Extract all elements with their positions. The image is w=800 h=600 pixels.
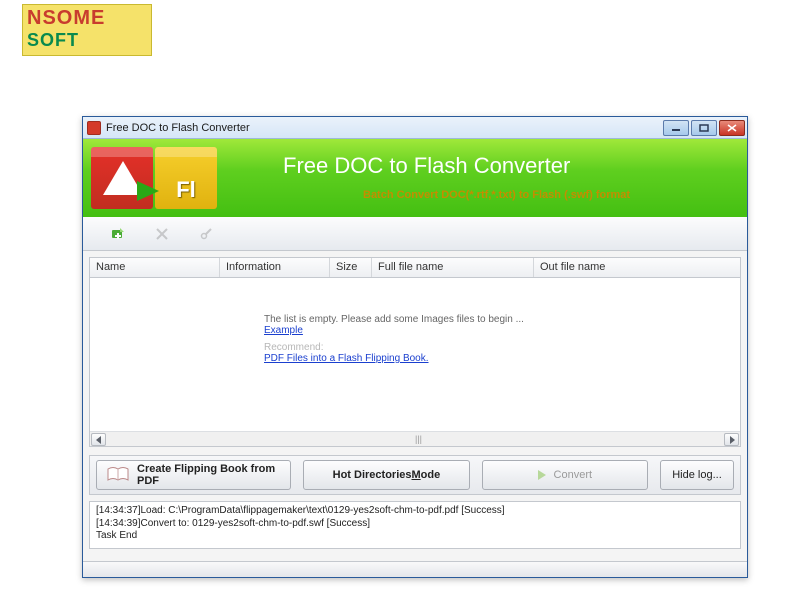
arrow-icon bbox=[137, 181, 159, 201]
log-line: [14:34:37]Load: C:\ProgramData\flippagem… bbox=[96, 505, 734, 518]
column-name[interactable]: Name bbox=[90, 258, 220, 277]
hot-directories-mode-button[interactable]: Hot Directories Mode bbox=[303, 460, 469, 490]
action-bar: Create Flipping Book from PDF Hot Direct… bbox=[89, 455, 741, 495]
recommend-label: Recommend: bbox=[264, 342, 524, 353]
recommend-link[interactable]: PDF Files into a Flash Flipping Book. bbox=[264, 353, 429, 364]
column-out-file-name[interactable]: Out file name bbox=[534, 258, 740, 277]
file-list: Name Information Size Full file name Out… bbox=[89, 257, 741, 447]
settings-button[interactable] bbox=[197, 225, 215, 243]
hide-log-button[interactable]: Hide log... bbox=[660, 460, 734, 490]
add-file-button[interactable] bbox=[109, 225, 127, 243]
convert-label: Convert bbox=[554, 469, 593, 481]
column-information[interactable]: Information bbox=[220, 258, 330, 277]
play-icon bbox=[538, 470, 546, 480]
remove-file-button[interactable] bbox=[153, 225, 171, 243]
list-header: Name Information Size Full file name Out… bbox=[90, 258, 740, 278]
scroll-thumb-icon[interactable]: ||| bbox=[415, 434, 422, 444]
list-body: The list is empty. Please add some Image… bbox=[90, 278, 740, 431]
empty-list-message: The list is empty. Please add some Image… bbox=[264, 314, 524, 364]
convert-button[interactable]: Convert bbox=[482, 460, 648, 490]
add-icon bbox=[110, 226, 126, 242]
logo-line2: SOFT bbox=[23, 30, 151, 51]
delete-icon bbox=[155, 227, 169, 241]
external-logo-stub: NSOME SOFT bbox=[22, 4, 152, 56]
header-banner: Fl Free DOC to Flash Converter Batch Con… bbox=[83, 139, 747, 217]
log-line: Task End bbox=[96, 530, 734, 543]
scroll-right-button[interactable] bbox=[724, 433, 739, 446]
book-icon bbox=[107, 466, 129, 485]
status-bar bbox=[83, 561, 747, 577]
logo-line1: NSOME bbox=[23, 5, 151, 30]
hot-dirs-underline-letter: M bbox=[412, 469, 421, 481]
create-flipping-book-button[interactable]: Create Flipping Book from PDF bbox=[96, 460, 291, 490]
example-link[interactable]: Example bbox=[264, 325, 303, 336]
column-full-file-name[interactable]: Full file name bbox=[372, 258, 534, 277]
hot-dirs-suffix: ode bbox=[421, 469, 441, 481]
minimize-button[interactable] bbox=[663, 120, 689, 136]
horizontal-scrollbar[interactable]: ||| bbox=[90, 431, 740, 446]
app-icon bbox=[87, 121, 101, 135]
log-panel[interactable]: [14:34:37]Load: C:\ProgramData\flippagem… bbox=[89, 501, 741, 549]
banner-subtitle: Batch Convert DOC(*.rtf,*.txt) to Flash … bbox=[363, 189, 630, 201]
banner-title: Free DOC to Flash Converter bbox=[283, 153, 570, 179]
app-window: Free DOC to Flash Converter bbox=[82, 116, 748, 578]
hot-dirs-prefix: Hot Directories bbox=[333, 469, 412, 481]
empty-text: The list is empty. Please add some Image… bbox=[264, 314, 524, 325]
maximize-button[interactable] bbox=[691, 120, 717, 136]
wrench-icon bbox=[199, 227, 213, 241]
close-button[interactable] bbox=[719, 120, 745, 136]
scroll-left-button[interactable] bbox=[91, 433, 106, 446]
flash-tile-icon: Fl bbox=[155, 147, 217, 209]
toolbar bbox=[83, 217, 747, 251]
create-flipping-book-label: Create Flipping Book from PDF bbox=[137, 463, 280, 487]
titlebar[interactable]: Free DOC to Flash Converter bbox=[83, 117, 747, 139]
window-title: Free DOC to Flash Converter bbox=[106, 122, 663, 134]
log-line: [14:34:39]Convert to: 0129-yes2soft-chm-… bbox=[96, 518, 734, 531]
column-size[interactable]: Size bbox=[330, 258, 372, 277]
